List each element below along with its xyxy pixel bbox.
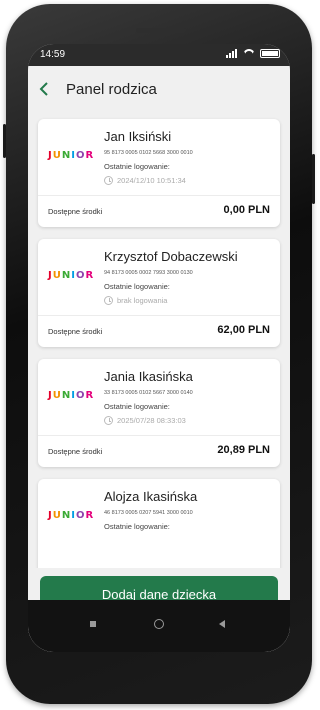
clock-icon [104, 176, 113, 185]
page-title: Panel rodzica [66, 80, 157, 98]
last-login-text: 2024/12/10 10:51:34 [117, 176, 186, 185]
child-name: Alojza Ikasińska [104, 489, 198, 504]
account-number: 46 8173 0005 0207 5941 3000 0010 [104, 510, 193, 516]
clock-icon [104, 296, 113, 305]
account-number: 94 8173 0005 0002 7993 3000 0130 [104, 270, 193, 276]
app-header: Panel rodzica [28, 66, 290, 112]
battery-icon [260, 49, 280, 58]
side-button-left [3, 124, 6, 158]
phone-speaker [136, 28, 186, 33]
back-button[interactable] [28, 66, 62, 112]
card-divider [38, 435, 280, 436]
last-login-text: brak logowania [117, 296, 168, 305]
last-login-value: 2025/07/28 08:33:03 [104, 416, 186, 425]
junior-logo: JUNIOR [48, 510, 95, 521]
status-time: 14:59 [40, 49, 66, 60]
back-triangle-icon[interactable] [219, 620, 225, 628]
last-login-label: Ostatnie logowanie: [104, 402, 170, 411]
last-login-label: Ostatnie logowanie: [104, 282, 170, 291]
wifi-icon [243, 49, 255, 58]
home-icon[interactable] [154, 619, 164, 629]
child-account-card[interactable]: JUNIOR Krzysztof Dobaczewski 94 8173 000… [38, 239, 280, 347]
card-divider [38, 195, 280, 196]
child-name: Jan Iksiński [104, 129, 172, 144]
system-navigation-bar [28, 600, 290, 652]
available-funds-value: 62,00 PLN [217, 324, 270, 336]
status-bar: 14:59 [28, 44, 290, 66]
available-funds-label: Dostępne środki [48, 207, 103, 216]
account-number: 33 8173 0005 0102 5667 3000 0140 [104, 390, 193, 396]
available-funds-value: 0,00 PLN [223, 204, 270, 216]
status-icons [226, 49, 280, 58]
recent-apps-icon[interactable] [90, 621, 96, 627]
child-name: Krzysztof Dobaczewski [104, 249, 238, 264]
junior-logo: JUNIOR [48, 150, 95, 161]
last-login-label: Ostatnie logowanie: [104, 162, 170, 171]
child-name: Jania Ikasińska [104, 369, 193, 384]
last-login-value: brak logowania [104, 296, 167, 305]
last-login-label: Ostatnie logowanie: [104, 522, 170, 531]
card-divider [38, 315, 280, 316]
available-funds-label: Dostępne środki [48, 447, 103, 456]
clock-icon [104, 416, 113, 425]
account-number: 95 8173 0005 0102 5668 3000 0010 [104, 150, 193, 156]
available-funds-label: Dostępne środki [48, 327, 103, 336]
signal-icon [226, 49, 238, 58]
app-screen: 14:59 Panel rodzica JUNIOR Jan Iksiński … [28, 44, 290, 652]
junior-logo: JUNIOR [48, 270, 95, 281]
last-login-text: 2025/07/28 08:33:03 [117, 416, 186, 425]
child-account-card[interactable]: JUNIOR Jania Ikasińska 33 8173 0005 0102… [38, 359, 280, 467]
last-login-value: 2024/12/10 10:51:34 [104, 176, 186, 185]
child-account-card[interactable]: JUNIOR Jan Iksiński 95 8173 0005 0102 56… [38, 119, 280, 227]
available-funds-value: 20,89 PLN [217, 444, 270, 456]
side-button-right [312, 154, 315, 204]
junior-logo: JUNIOR [48, 390, 95, 401]
chevron-left-icon [39, 82, 48, 96]
